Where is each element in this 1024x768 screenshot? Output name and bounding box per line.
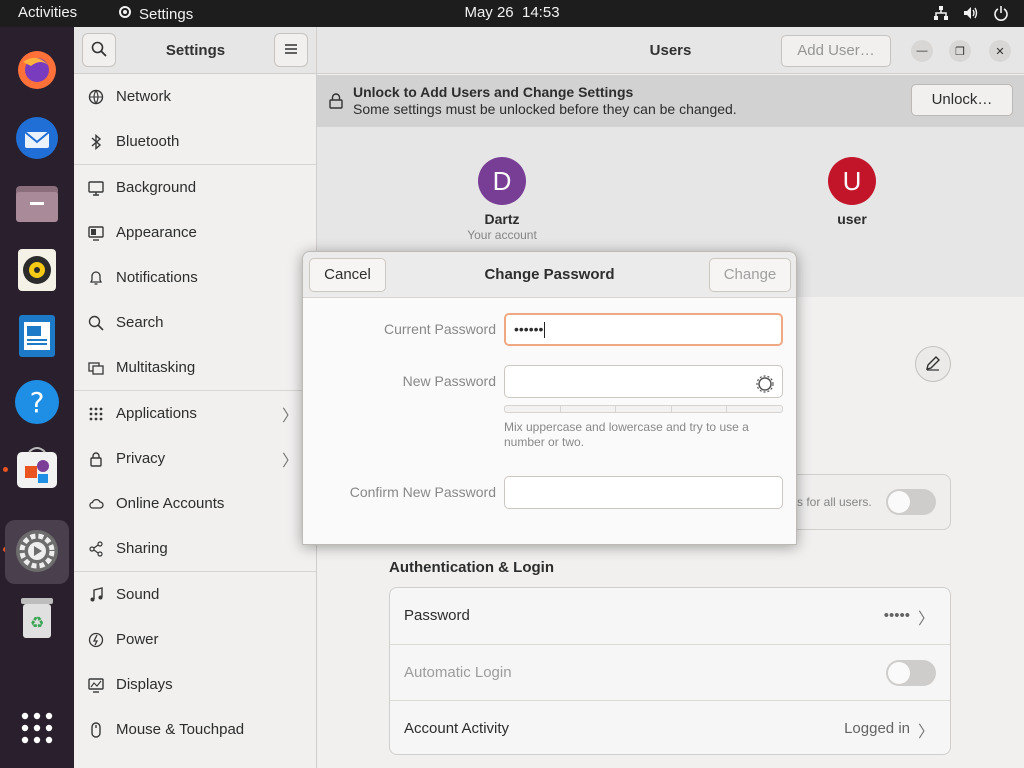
system-tray[interactable]	[932, 4, 1010, 22]
help-icon: ?	[14, 379, 60, 428]
confirm-password-label: Confirm New Password	[349, 484, 496, 500]
dock-files[interactable]	[11, 179, 63, 231]
dock: ? ♻	[0, 27, 74, 768]
gear-icon	[117, 4, 133, 24]
dock-rhythmbox[interactable]	[11, 245, 63, 297]
text-caret	[544, 322, 546, 339]
clock-time: 14:53	[522, 4, 560, 21]
settings-icon	[14, 528, 60, 577]
dock-settings[interactable]	[5, 520, 69, 584]
app-menu[interactable]: Settings	[117, 4, 193, 24]
current-password-value: ••••••	[514, 321, 544, 337]
password-hint: Mix uppercase and lowercase and try to u…	[504, 420, 749, 449]
writer-icon	[18, 314, 56, 361]
dock-firefox[interactable]	[11, 45, 63, 97]
confirm-password-field[interactable]	[504, 476, 783, 509]
files-icon	[15, 184, 59, 227]
current-password-field[interactable]: ••••••	[504, 313, 783, 346]
current-password-label: Current Password	[383, 321, 496, 337]
trash-icon: ♻	[18, 596, 56, 643]
top-bar: Activities Settings May 26 14:53	[0, 0, 1024, 27]
dock-app-center[interactable]	[11, 443, 63, 495]
dock-thunderbird[interactable]	[11, 113, 63, 165]
clock-date: May 26	[464, 4, 514, 21]
dock-trash[interactable]: ♻	[11, 593, 63, 645]
password-strength-meter	[504, 405, 783, 413]
app-name: Settings	[139, 5, 194, 23]
new-password-label: New Password	[402, 373, 496, 389]
thunderbird-icon	[14, 115, 60, 164]
dock-help[interactable]: ?	[11, 377, 63, 429]
app-grid-icon	[20, 711, 54, 748]
dialog-header: Cancel Change Password Change	[303, 252, 796, 298]
firefox-icon	[15, 48, 59, 95]
svg-text:?: ?	[30, 386, 45, 419]
network-icon[interactable]	[932, 4, 950, 22]
dock-writer[interactable]	[11, 311, 63, 363]
change-button[interactable]: Change	[709, 258, 791, 292]
app-center-icon	[15, 446, 59, 493]
rhythmbox-icon	[17, 248, 57, 295]
change-password-dialog: Cancel Change Password Change Current Pa…	[302, 251, 797, 545]
dock-show-apps[interactable]	[11, 703, 63, 755]
activities-button[interactable]: Activities	[18, 4, 77, 21]
new-password-field[interactable]	[504, 365, 783, 398]
generate-password-icon[interactable]	[756, 373, 774, 404]
svg-text:♻: ♻	[30, 613, 44, 632]
volume-icon[interactable]	[962, 4, 980, 22]
power-icon[interactable]	[992, 4, 1010, 22]
dock-running-indicator	[3, 467, 8, 472]
